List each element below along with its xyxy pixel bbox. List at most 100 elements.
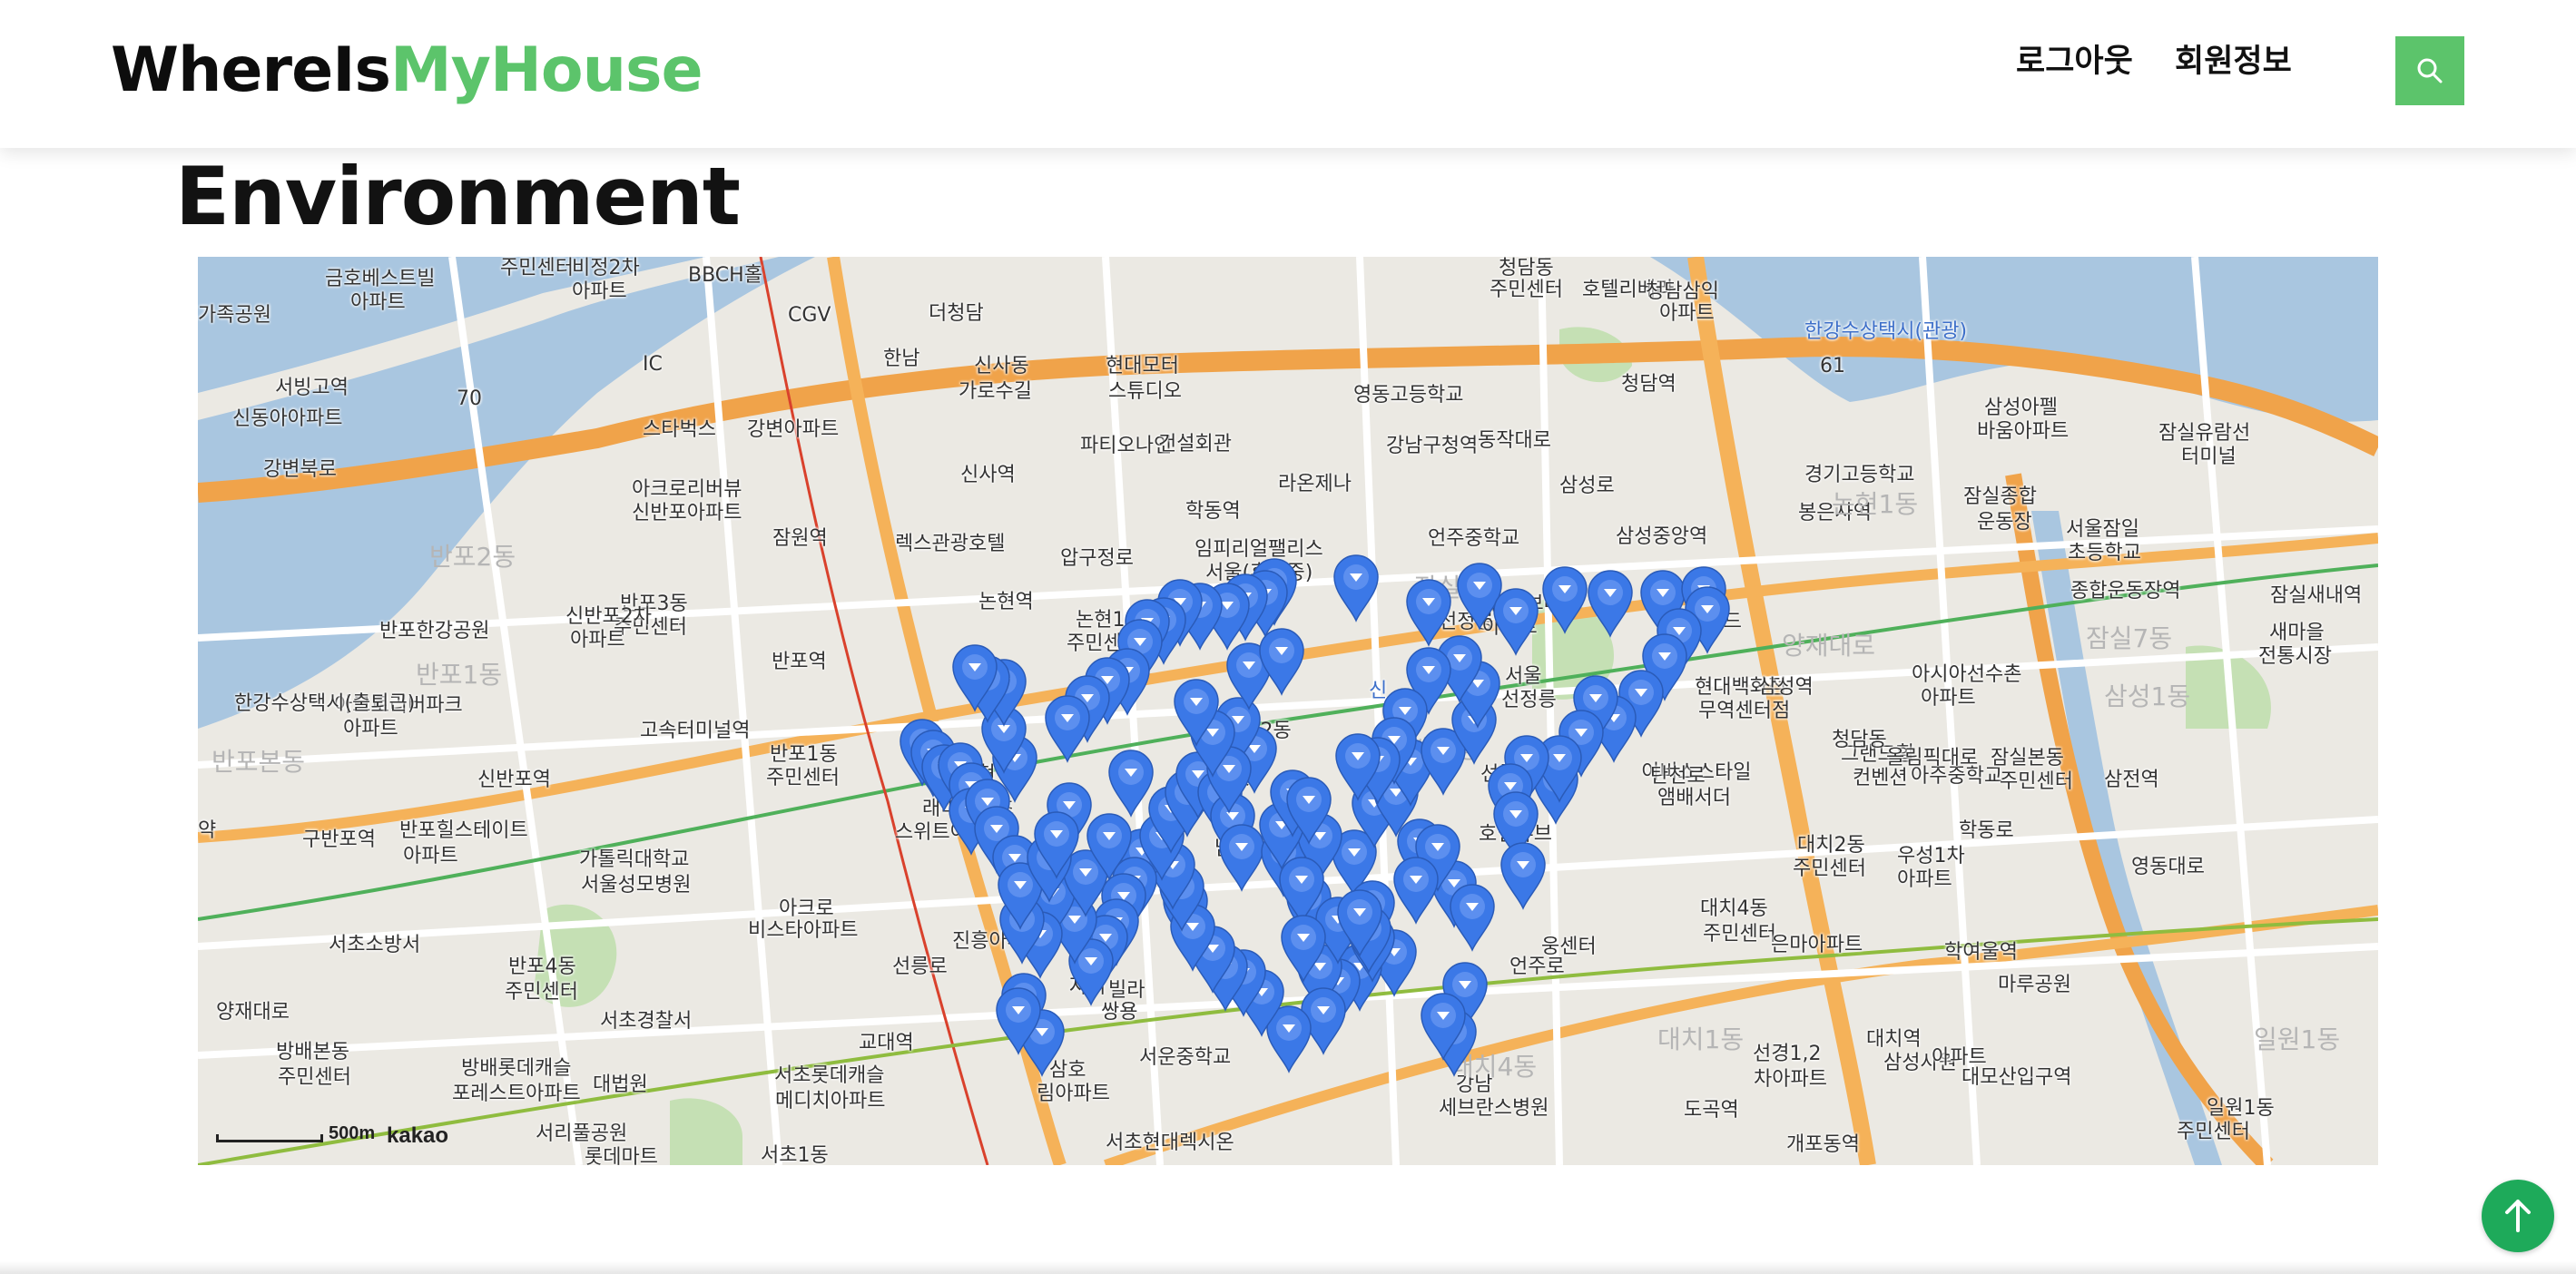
house-marker[interactable] xyxy=(1173,678,1220,747)
map-label: 개포동역 xyxy=(1786,1133,1860,1156)
map-label: 스타벅스 xyxy=(643,418,716,441)
map-label: 서운중학교 xyxy=(1139,1046,1232,1069)
map-label: 주민센터 xyxy=(500,257,574,279)
map-label: 아파트 xyxy=(343,718,398,740)
map-label: 논현역 xyxy=(978,591,1034,613)
logo-text-where: WhereIs xyxy=(111,34,391,106)
map-label: 서리풀공원 xyxy=(536,1122,628,1145)
member-info-link[interactable]: 회원정보 xyxy=(2175,42,2292,82)
map-label: 주민센터 xyxy=(766,767,840,789)
map-label: 방배본동 xyxy=(276,1041,349,1063)
map-label: 롯데마트 xyxy=(585,1146,658,1165)
map-label: 서초경찰서 xyxy=(600,1010,693,1033)
house-marker[interactable] xyxy=(951,643,998,712)
map-label: 더청담 xyxy=(929,302,984,325)
house-marker[interactable] xyxy=(995,986,1042,1055)
map-label: 메디치아파트 xyxy=(775,1090,886,1112)
map-label: CGV xyxy=(788,304,831,327)
map-label: 아시아선수촌 xyxy=(1912,663,2022,686)
map-label: 반포힐스테이트 xyxy=(399,819,528,842)
map-label: 70 xyxy=(457,387,482,410)
map-label: 신사역 xyxy=(960,464,1016,486)
map-label: 잠실7동 xyxy=(2086,623,2173,653)
map-pin-icon xyxy=(1335,733,1381,801)
house-marker[interactable] xyxy=(1285,776,1332,845)
house-marker[interactable] xyxy=(1449,883,1496,952)
house-marker[interactable] xyxy=(1336,888,1383,957)
house-marker[interactable] xyxy=(1334,732,1381,801)
map-label: 스튜디오 xyxy=(1108,380,1182,403)
house-marker[interactable] xyxy=(1499,841,1547,910)
map-label: 금호베스트빌 xyxy=(325,268,436,290)
map-label: 렉스관광호텔 xyxy=(895,533,1006,555)
scroll-top-button[interactable] xyxy=(2482,1180,2554,1252)
house-marker[interactable] xyxy=(1587,569,1634,638)
map-label: 주민센터 xyxy=(1703,923,1776,946)
map-label: 청담역 xyxy=(1621,373,1676,396)
map-label: 주민센터 xyxy=(278,1066,351,1089)
map-pin-icon xyxy=(1421,993,1466,1061)
map-label: 청담동 xyxy=(1832,729,1887,751)
map-label: 아파트 xyxy=(1897,868,1952,891)
map-label: 학여울역 xyxy=(1944,941,2018,964)
map-label: 무역센터점 xyxy=(1698,700,1791,722)
map-pin-icon xyxy=(1493,588,1539,656)
map-label: 주민센터 xyxy=(1793,858,1866,880)
map-label: 한남 xyxy=(883,348,920,370)
map-view[interactable]: 주민센터 비정2차 아파트 BBCH홀 청담동 주민센터 호텔리베라 청담삼익 아파트 금호베스트… xyxy=(198,257,2378,1165)
house-marker[interactable] xyxy=(1541,565,1588,634)
search-button[interactable] xyxy=(2395,36,2464,105)
map-label: 고속터미널역 xyxy=(640,720,751,742)
map-label: 앰배서더 xyxy=(1657,787,1731,809)
house-marker[interactable] xyxy=(1492,587,1539,656)
house-marker[interactable] xyxy=(1280,914,1327,983)
map-label: 아파트 xyxy=(350,291,406,314)
logout-link[interactable]: 로그아웃 xyxy=(2016,42,2133,82)
map-label: 포레스트아파트 xyxy=(452,1083,581,1105)
map-label: 비스타아파트 xyxy=(748,919,859,942)
house-marker[interactable] xyxy=(1086,812,1133,881)
map-label: BBCH홀 xyxy=(688,264,762,287)
map-label: 논현1동 xyxy=(1832,489,1919,519)
map-label: 대치역 xyxy=(1866,1028,1922,1051)
map-label: 한강수상택시(출퇴근) xyxy=(234,692,416,715)
map-label: 올림픽대로 xyxy=(1886,747,1979,769)
site-logo[interactable]: WhereIsMyHouse xyxy=(111,34,703,107)
map-label: 잠실본동 xyxy=(1991,747,2064,769)
map-label: 영동대로 xyxy=(2131,856,2205,878)
map-label: 잠실종합 xyxy=(1963,485,2037,508)
map-label: 신반포2차 xyxy=(565,605,652,628)
map-label: 서울성모병원 xyxy=(581,874,692,897)
map-label: 강남구청역 xyxy=(1386,435,1479,457)
map-label: 도곡역 xyxy=(1684,1099,1739,1122)
map-pin-icon xyxy=(1045,695,1090,763)
map-label: 서빙고역 xyxy=(275,377,349,399)
map-label: 초등학교 xyxy=(2068,542,2141,564)
map-label: 잠실새내역 xyxy=(2270,584,2363,607)
map-label: 아크로리버뷰 xyxy=(632,478,742,501)
map-label: 가족공원 xyxy=(198,304,271,327)
map-label: 삼성역 xyxy=(1758,676,1814,699)
map-pin-icon xyxy=(1542,566,1588,634)
map-label: 한강수상택시(관광) xyxy=(1804,320,1968,343)
house-marker[interactable] xyxy=(1033,810,1080,879)
map-label: 대치2동 xyxy=(1797,834,1865,857)
map-label: 아파트 xyxy=(403,845,458,867)
map-label: 주민센터 xyxy=(1490,279,1563,301)
map-label: 학동로 xyxy=(1959,819,2014,842)
house-marker[interactable] xyxy=(1332,554,1380,622)
map-pin-icon xyxy=(1086,813,1132,881)
map-label: 양재대로 xyxy=(216,1001,290,1024)
map-label: 선경1,2 xyxy=(1753,1043,1822,1065)
map-label: 대법원 xyxy=(593,1073,648,1096)
house-marker[interactable] xyxy=(1420,992,1467,1061)
search-icon xyxy=(2417,58,2443,83)
map-label: 서초소방서 xyxy=(329,934,421,956)
map-pin-icon xyxy=(1281,915,1326,983)
house-marker[interactable] xyxy=(1044,694,1091,763)
map-label: 종합운동장역 xyxy=(2070,580,2181,603)
map-pin-icon xyxy=(1588,570,1633,638)
map-pin-icon xyxy=(996,987,1041,1055)
map-label: 림아파트 xyxy=(1037,1083,1110,1105)
house-marker[interactable] xyxy=(1392,856,1440,925)
